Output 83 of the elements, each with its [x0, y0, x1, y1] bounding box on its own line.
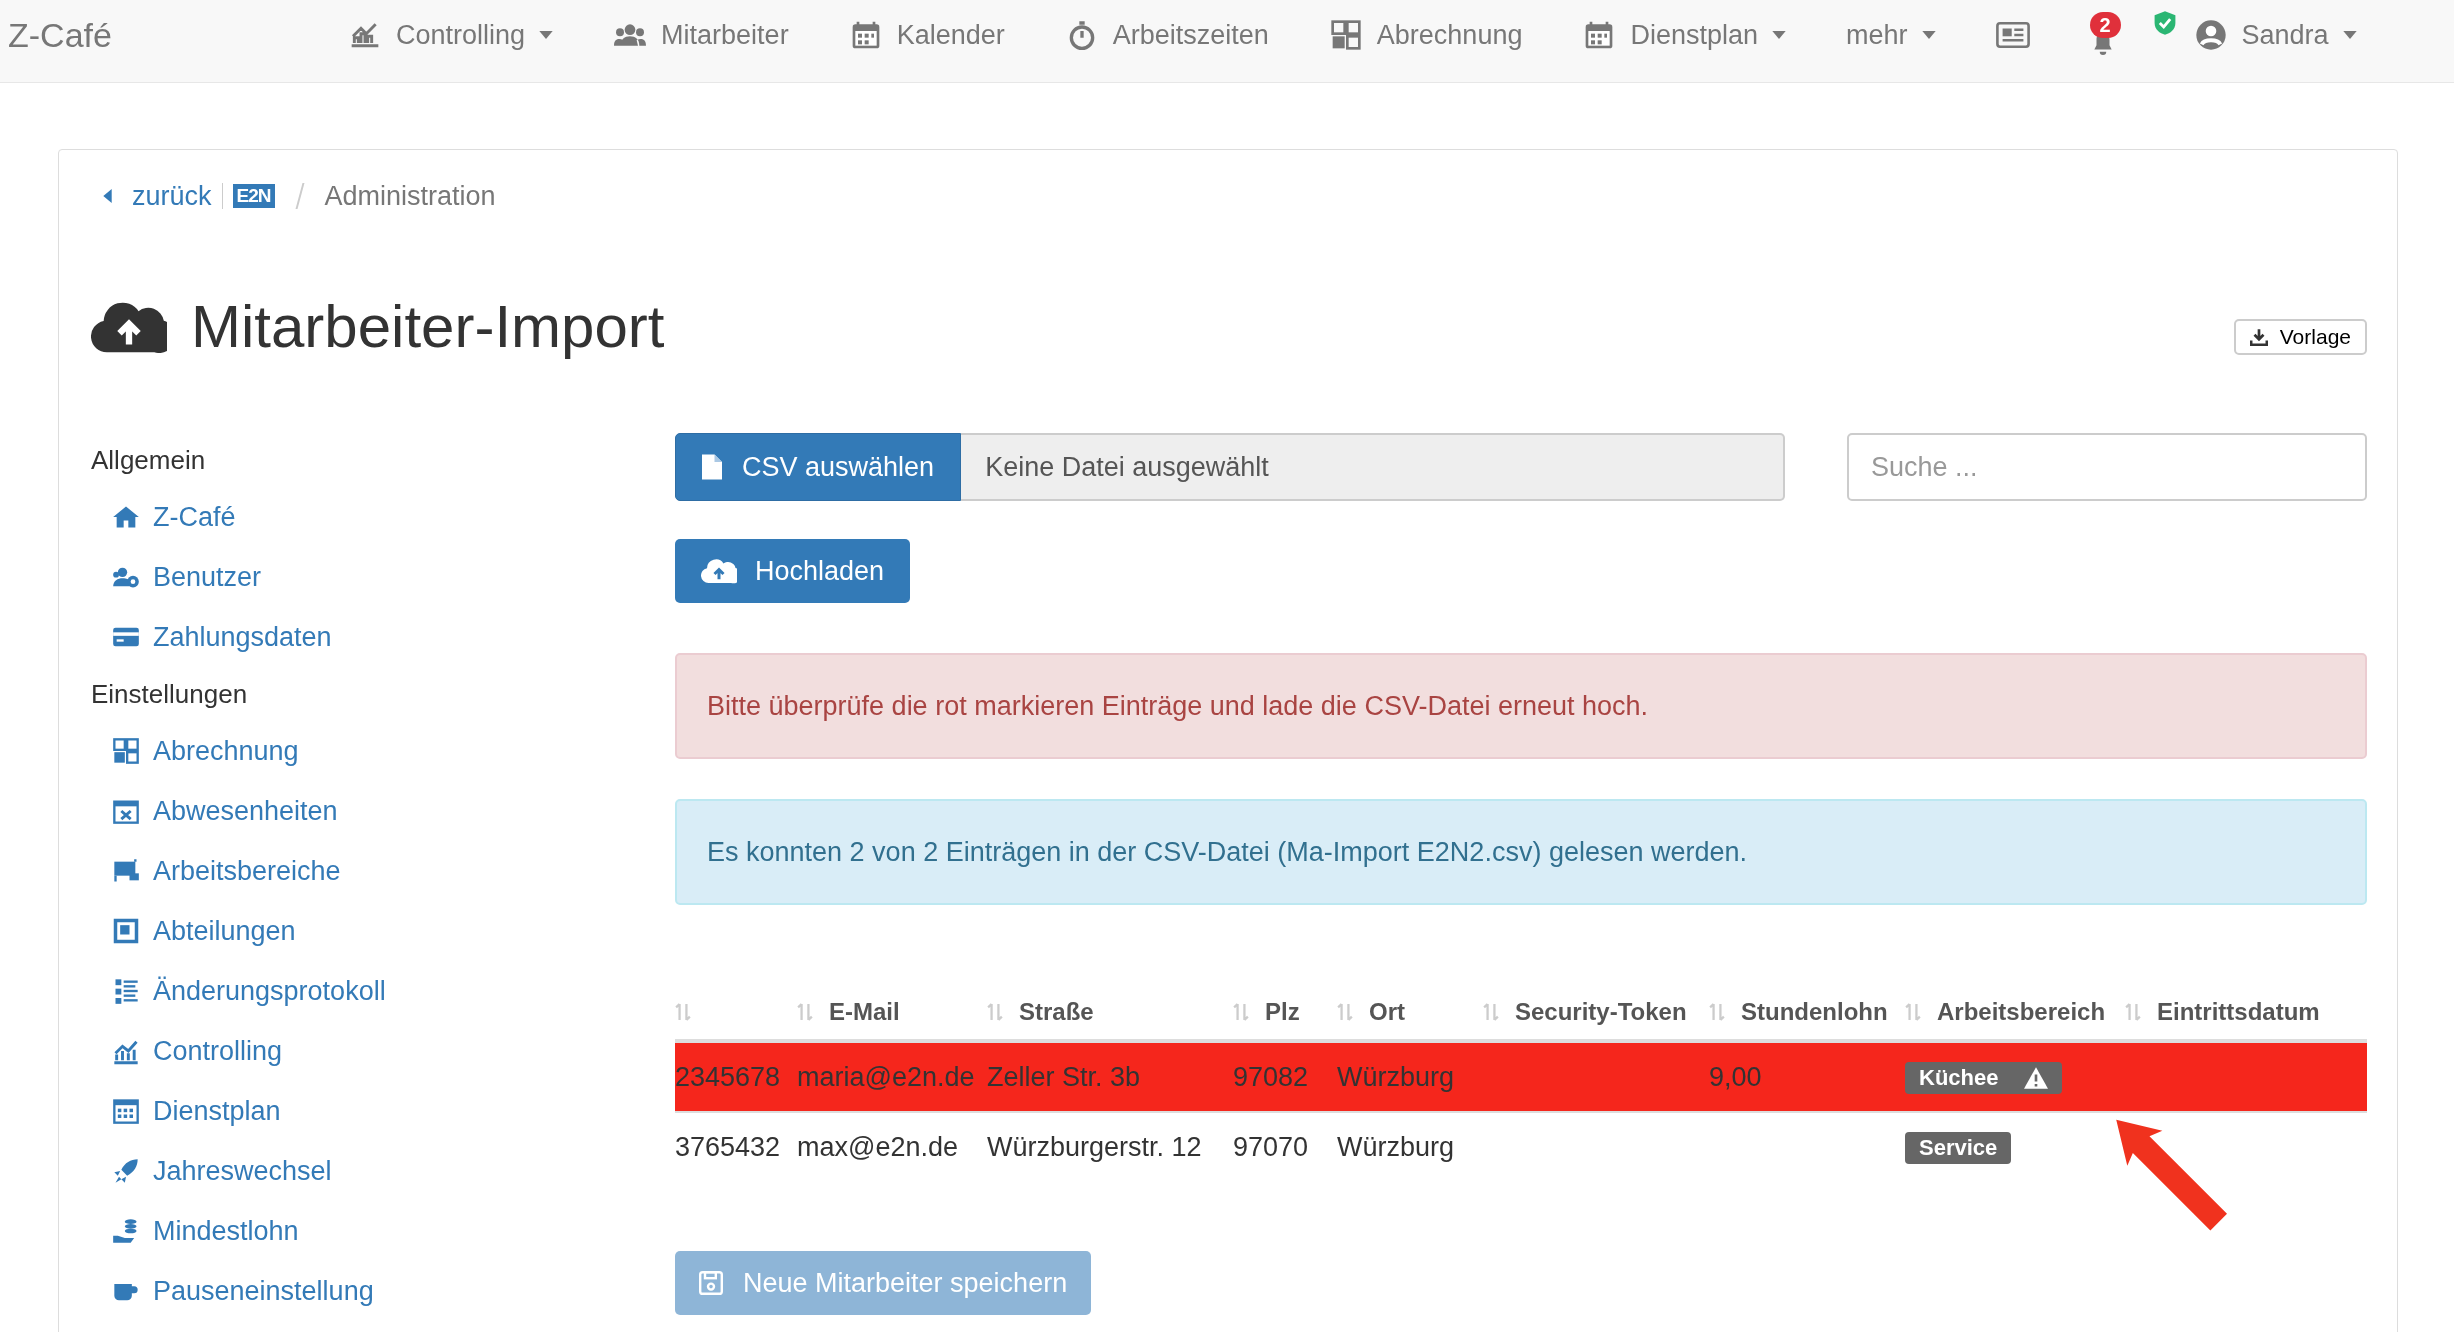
- sidebar-item[interactable]: Änderungsprotokoll: [91, 961, 386, 1021]
- calculator-icon: [1328, 19, 1363, 51]
- calculator-icon: [111, 737, 141, 765]
- choose-csv-button[interactable]: CSV auswählen: [675, 433, 962, 501]
- sidebar-item[interactable]: Dienstplan: [91, 1081, 281, 1141]
- frame-icon: [111, 917, 141, 945]
- sort-icon[interactable]: [2125, 1001, 2141, 1023]
- caret-left-icon: [103, 189, 112, 203]
- nav-item[interactable]: Dienstplan: [1582, 19, 1786, 51]
- sidebar-item[interactable]: Abteilungen: [91, 901, 296, 961]
- search-field[interactable]: Suche ...: [1847, 433, 2367, 501]
- column-header[interactable]: Arbeitsbereich: [1937, 998, 2106, 1026]
- sidebar-item[interactable]: Abrechnung: [91, 721, 299, 781]
- caret-icon: [2342, 31, 2357, 39]
- breadcrumb-current: Administration: [324, 180, 496, 212]
- page-title: Mitarbeiter-Import: [191, 292, 666, 361]
- file-name-field[interactable]: Keine Datei ausgewählt: [961, 433, 1785, 501]
- table-cell: 97082: [1233, 1061, 1309, 1092]
- nav-item[interactable]: Controlling: [348, 19, 554, 51]
- table-cell: maria@e2n.de: [797, 1061, 975, 1092]
- table-cell: Würzburg: [1337, 1131, 1455, 1162]
- column-header[interactable]: Ort: [1369, 998, 1405, 1026]
- sidebar-item[interactable]: Jahreswechsel: [91, 1141, 332, 1201]
- table-cell: 9,00: [1709, 1061, 1762, 1092]
- sort-icon[interactable]: [1905, 1001, 1921, 1023]
- area-tag: Küchee: [1905, 1061, 2063, 1094]
- table-cell: Würzburg: [1337, 1061, 1455, 1092]
- nav-item[interactable]: Mitarbeiter: [613, 19, 789, 51]
- sidebar-item[interactable]: Z-Café: [91, 487, 236, 547]
- sidebar-item[interactable]: Mindestlohn: [91, 1201, 299, 1261]
- brand-name[interactable]: Z-Café: [0, 15, 348, 55]
- file-icon: [702, 454, 722, 480]
- alert-message: Es konnten 2 von 2 Einträgen in der CSV-Datei (Ma-Import E2N2.csv) gelesen werden.: [675, 799, 2367, 905]
- user-menu[interactable]: Sandra: [2193, 19, 2357, 51]
- template-download-button[interactable]: Vorlage: [2233, 318, 2367, 355]
- logo[interactable]: E2N: [232, 184, 275, 208]
- alert-message: Bitte überprüfe die rot markieren Einträge und lade die CSV-Datei erneut hoch.: [675, 653, 2367, 759]
- table-cell: Zeller Str. 3b: [987, 1061, 1141, 1092]
- back-link[interactable]: zurück: [132, 180, 212, 212]
- download-icon: [2249, 327, 2268, 346]
- sort-icon[interactable]: [1337, 1001, 1353, 1023]
- cloud-upload-icon: [91, 300, 167, 353]
- column-header[interactable]: E-Mail: [829, 998, 900, 1026]
- desk-icon: [111, 857, 141, 885]
- newspaper-icon[interactable]: [1995, 22, 2030, 48]
- notification-count: 2: [2089, 12, 2121, 38]
- cloud-upload-icon: [701, 558, 737, 584]
- column-header[interactable]: Plz: [1265, 998, 1300, 1026]
- sidebar-item[interactable]: Zahlungsdaten: [91, 607, 332, 667]
- caret-icon: [1772, 31, 1786, 39]
- table-cell: 3765432: [675, 1131, 781, 1162]
- warning-icon: [2024, 1066, 2049, 1089]
- calendar-icon: [111, 1097, 141, 1125]
- column-header[interactable]: Eintrittsdatum: [2157, 998, 2320, 1026]
- sort-icon[interactable]: [987, 1001, 1003, 1023]
- sidebar-heading: Einstellungen: [91, 678, 249, 711]
- user-icon: [2193, 19, 2228, 51]
- sidebar-heading: Allgemein: [91, 444, 207, 477]
- area-tag: Service: [1905, 1131, 2012, 1164]
- column-header[interactable]: Security-Token: [1515, 998, 1687, 1026]
- nav-item[interactable]: mehr: [1846, 19, 1936, 51]
- sort-icon[interactable]: [1233, 1001, 1249, 1023]
- table-cell: 2345678: [675, 1061, 781, 1092]
- upload-button[interactable]: Hochladen: [675, 539, 911, 603]
- caret-icon: [1921, 31, 1936, 39]
- sort-icon[interactable]: [1709, 1001, 1725, 1023]
- sidebar-item[interactable]: Benutzer: [91, 547, 262, 607]
- sort-icon[interactable]: [675, 1001, 691, 1023]
- sidebar-item[interactable]: Arbeitsbereiche: [91, 841, 341, 901]
- sidebar-item[interactable]: Pauseneinstellung: [91, 1261, 374, 1321]
- table-cell: Würzburgerstr. 12: [987, 1131, 1202, 1162]
- nav-item[interactable]: Kalender: [848, 19, 1005, 51]
- sort-icon[interactable]: [797, 1001, 813, 1023]
- column-header[interactable]: Stundenlohn: [1741, 998, 1888, 1026]
- sidebar-item[interactable]: Abwesenheiten: [91, 781, 338, 841]
- nav-item[interactable]: Arbeitszeiten: [1064, 19, 1269, 51]
- nav-item[interactable]: Abrechnung: [1328, 19, 1523, 51]
- table-cell: max@e2n.de: [797, 1131, 958, 1162]
- table-cell: 97070: [1233, 1131, 1309, 1162]
- sidebar-item[interactable]: Controlling: [91, 1021, 283, 1081]
- sort-icon[interactable]: [1483, 1001, 1499, 1023]
- caret-icon: [539, 31, 554, 39]
- column-header[interactable]: Straße: [1019, 998, 1094, 1026]
